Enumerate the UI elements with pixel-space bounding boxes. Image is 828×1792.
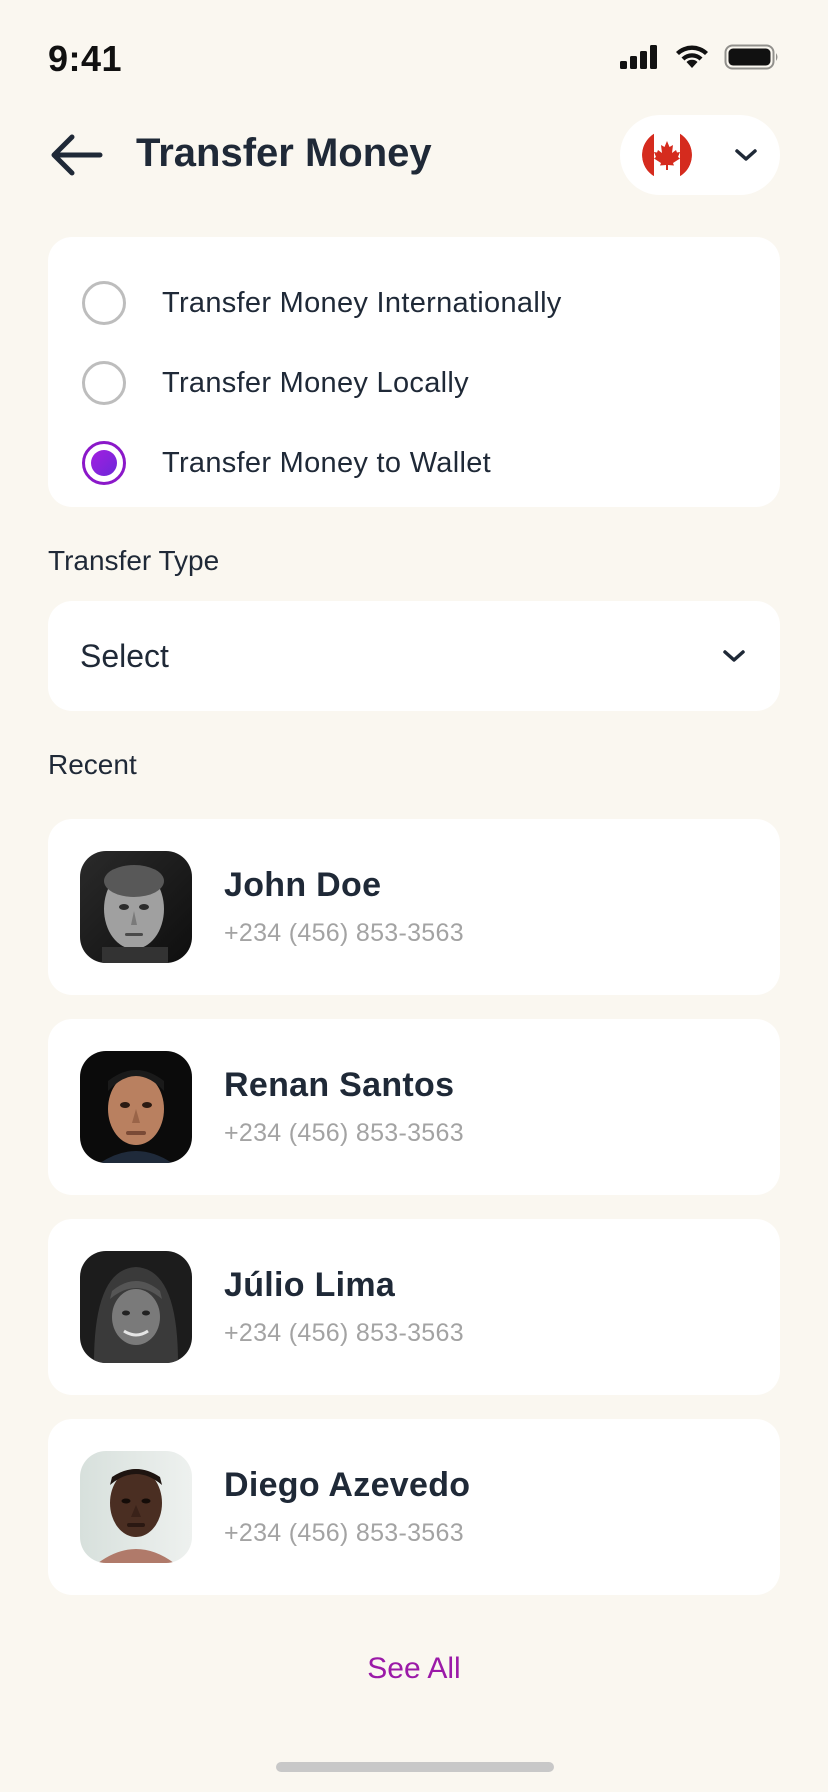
contact-info: Diego Azevedo +234 (456) 853-3563 bbox=[224, 1466, 470, 1548]
avatar bbox=[80, 1451, 192, 1563]
chevron-down-icon bbox=[735, 149, 757, 161]
country-selector[interactable] bbox=[620, 115, 780, 195]
contact-name: Júlio Lima bbox=[224, 1266, 396, 1304]
transfer-option-label: Transfer Money Internationally bbox=[162, 286, 562, 319]
contact-card[interactable]: Renan Santos +234 (456) 853-3563 bbox=[48, 1019, 780, 1195]
contact-name: Renan Santos bbox=[224, 1066, 455, 1104]
contact-info: Júlio Lima +234 (456) 853-3563 bbox=[224, 1266, 464, 1348]
wifi-icon bbox=[676, 45, 708, 68]
contact-phone: +234 (456) 853-3563 bbox=[224, 1119, 464, 1147]
transfer-option-international[interactable]: Transfer Money Internationally bbox=[82, 263, 746, 343]
avatar bbox=[80, 1251, 192, 1363]
contact-phone: +234 (456) 853-3563 bbox=[224, 1519, 464, 1547]
home-indicator bbox=[276, 1762, 554, 1772]
avatar bbox=[80, 1051, 192, 1163]
avatar bbox=[80, 851, 192, 963]
canada-flag-icon bbox=[642, 130, 692, 180]
contact-name: Diego Azevedo bbox=[224, 1466, 471, 1504]
battery-icon bbox=[724, 44, 778, 70]
arrow-left-icon bbox=[51, 134, 103, 176]
contact-card[interactable]: John Doe +234 (456) 853-3563 bbox=[48, 819, 780, 995]
contact-phone: +234 (456) 853-3563 bbox=[224, 919, 464, 947]
status-icons bbox=[620, 44, 780, 70]
recent-label: Recent bbox=[48, 749, 137, 780]
transfer-option-wallet[interactable]: Transfer Money to Wallet bbox=[82, 423, 746, 503]
radio-button-selected[interactable] bbox=[82, 441, 126, 485]
cellular-signal-icon bbox=[620, 45, 657, 69]
select-value: Select bbox=[80, 637, 169, 674]
contact-card[interactable]: Diego Azevedo +234 (456) 853-3563 bbox=[48, 1419, 780, 1595]
back-button[interactable] bbox=[44, 127, 108, 183]
transfer-money-screen: 9:41 Transfer Money Transfer Money Inter… bbox=[0, 0, 828, 1792]
transfer-type-select[interactable]: Select bbox=[48, 601, 780, 711]
contact-info: Renan Santos +234 (456) 853-3563 bbox=[224, 1066, 464, 1148]
chevron-down-icon bbox=[723, 650, 745, 662]
transfer-options-card: Transfer Money Internationally Transfer … bbox=[48, 237, 780, 507]
header: Transfer Money bbox=[0, 115, 828, 195]
status-bar: 9:41 bbox=[0, 0, 828, 120]
radio-button[interactable] bbox=[82, 281, 126, 325]
status-time: 9:41 bbox=[48, 38, 123, 79]
transfer-option-local[interactable]: Transfer Money Locally bbox=[82, 343, 746, 423]
transfer-option-label: Transfer Money Locally bbox=[162, 366, 469, 399]
transfer-type-label: Transfer Type bbox=[48, 545, 220, 576]
contact-name: John Doe bbox=[224, 866, 382, 904]
transfer-option-label: Transfer Money to Wallet bbox=[162, 446, 491, 479]
page-title: Transfer Money bbox=[136, 131, 432, 175]
radio-button[interactable] bbox=[82, 361, 126, 405]
contact-card[interactable]: Júlio Lima +234 (456) 853-3563 bbox=[48, 1219, 780, 1395]
contact-phone: +234 (456) 853-3563 bbox=[224, 1319, 464, 1347]
see-all-link[interactable]: See All bbox=[0, 1652, 828, 1686]
contact-info: John Doe +234 (456) 853-3563 bbox=[224, 866, 464, 948]
